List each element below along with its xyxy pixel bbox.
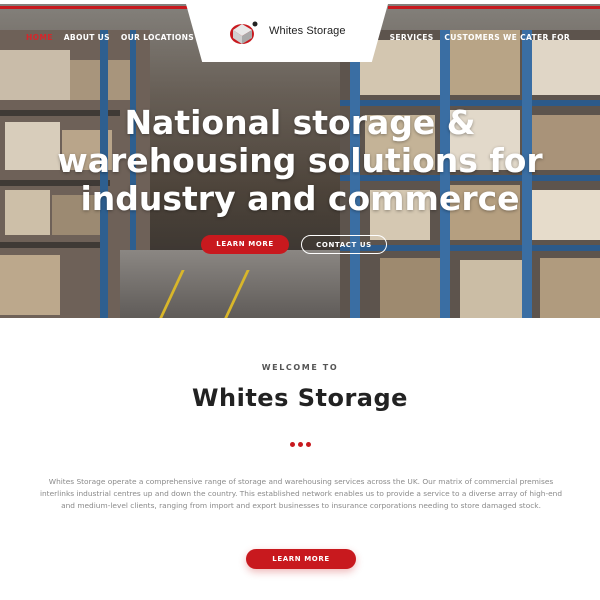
main-nav-left: HOME ABOUT US OUR LOCATIONS	[26, 33, 202, 42]
welcome-kicker: WELCOME TO	[261, 363, 339, 372]
nav-customers[interactable]: CUSTOMERS WE CATER FOR	[444, 33, 570, 42]
logo-text[interactable]: Whites Storage	[269, 25, 346, 37]
dots-divider-icon	[0, 432, 600, 451]
welcome-learn-more-button[interactable]: LEARN MORE	[246, 549, 356, 569]
hero-title-line-3: industry and commerce	[80, 179, 520, 218]
header-accent-right	[388, 6, 600, 9]
header-accent-left	[0, 6, 200, 9]
nav-about-us[interactable]: ABOUT US	[64, 33, 110, 42]
logo-mark-icon[interactable]	[228, 20, 258, 46]
welcome-title: Whites Storage	[192, 384, 408, 412]
hero-learn-more-button[interactable]: LEARN MORE	[201, 235, 289, 254]
hero-section: HOME ABOUT US OUR LOCATIONS SERVICES CUS…	[0, 0, 600, 318]
hero-contact-us-button[interactable]: CONTACT US	[301, 235, 387, 254]
nav-services[interactable]: SERVICES	[390, 33, 434, 42]
welcome-body-text: Whites Storage operate a comprehensive r…	[39, 477, 563, 510]
top-edge-line	[0, 0, 600, 4]
main-nav-right: SERVICES CUSTOMERS WE CATER FOR	[382, 33, 570, 42]
nav-home[interactable]: HOME	[26, 33, 53, 42]
nav-our-locations[interactable]: OUR LOCATIONS	[121, 33, 194, 42]
hero-title-line-1: National storage &	[124, 103, 476, 142]
hero-title: National storage & warehousing solutions…	[0, 104, 600, 218]
hero-title-line-2: warehousing solutions for	[57, 141, 543, 180]
